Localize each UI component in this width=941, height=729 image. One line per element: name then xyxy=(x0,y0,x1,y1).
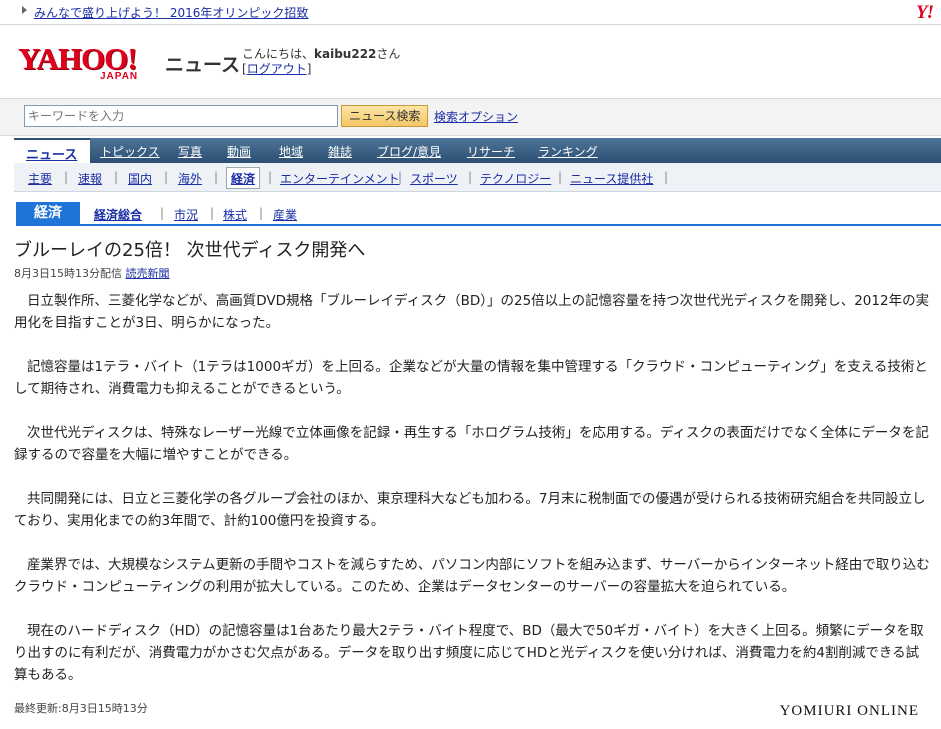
article-paragraph: 産業界では、大規模なシステム更新の手間やコストを減らすため、パソコン内部にソフト… xyxy=(14,557,930,595)
divider: | xyxy=(259,206,264,220)
subnav-sports[interactable]: スポーツ xyxy=(410,170,458,187)
subnav-technology[interactable]: テクノロジー xyxy=(480,170,551,187)
logout-link[interactable]: ログアウト xyxy=(247,62,307,76)
top-promo-bar: みんなで盛り上げよう！ 2016年オリンピック招致 Y! xyxy=(0,0,941,25)
search-bar: ニュース検索 検索オプション xyxy=(0,98,941,136)
tab-topics[interactable]: トピックス xyxy=(100,143,160,160)
logout-wrapper: [ログアウト] xyxy=(242,62,312,76)
subnav-main[interactable]: 主要 xyxy=(28,170,52,187)
tab-news[interactable]: ニュース xyxy=(14,138,90,164)
divider: | xyxy=(114,170,119,184)
divider: | xyxy=(164,170,169,184)
service-title: ニュース xyxy=(165,54,241,76)
publisher-logo[interactable]: YOMIURI ONLINE xyxy=(780,703,919,720)
category-market[interactable]: 市況 xyxy=(174,206,198,223)
article-meta: 8月3日15時13分配信 読売新聞 xyxy=(14,265,170,281)
tab-magazines[interactable]: 雑誌 xyxy=(328,143,352,160)
yahoo-japan-logo[interactable]: YAHOO! JAPAN xyxy=(18,43,158,86)
article-paragraph: 次世代光ディスクは、特殊なレーザー光線で立体画像を記録・再生する「ホログラム技術… xyxy=(14,425,929,463)
article-date: 8月3日15時13分配信 xyxy=(14,267,122,280)
subnav-economy[interactable]: 経済 xyxy=(226,167,261,189)
divider: | xyxy=(214,170,219,184)
article-paragraph: 記憶容量は1テラ・バイト（1テラは1000ギガ）を上回る。企業などが大量の情報を… xyxy=(14,359,928,397)
divider: | xyxy=(268,170,273,184)
tab-blog-opinion[interactable]: ブログ/意見 xyxy=(377,143,441,160)
category-underline xyxy=(16,224,941,226)
last-updated: 最終更新:8月3日15時13分 xyxy=(14,702,148,715)
article-headline: ブルーレイの25倍！ 次世代ディスク開発へ xyxy=(14,240,366,261)
divider: | xyxy=(558,170,563,184)
subnav-world[interactable]: 海外 xyxy=(178,170,202,187)
olympic-promo-link[interactable]: みんなで盛り上げよう！ 2016年オリンピック招致 xyxy=(34,4,308,21)
divider: | xyxy=(64,170,69,184)
category-economy-general[interactable]: 経済総合 xyxy=(94,206,142,223)
username: kaibu222 xyxy=(314,47,377,61)
divider: | xyxy=(160,206,165,220)
tab-photos[interactable]: 写真 xyxy=(178,143,202,160)
search-input[interactable] xyxy=(24,105,338,127)
article-body: 日立製作所、三菱化学などが、高画質DVD規格「ブルーレイディスク（BD）」の25… xyxy=(14,290,930,708)
news-search-button[interactable]: ニュース検索 xyxy=(341,105,429,127)
category-badge: 経済 xyxy=(16,202,80,224)
search-options-link[interactable]: 検索オプション xyxy=(434,108,518,125)
arrow-right-icon xyxy=(22,6,27,14)
divider: | xyxy=(210,206,215,220)
subnav-domestic[interactable]: 国内 xyxy=(128,170,152,187)
category-industry[interactable]: 産業 xyxy=(273,206,297,223)
divider: | xyxy=(664,170,669,184)
article-paragraph: 共同開発には、日立と三菱化学の各グループ会社のほか、東京理科大なども加わる。7月… xyxy=(14,491,926,529)
tab-videos[interactable]: 動画 xyxy=(227,143,251,160)
article-paragraph: 現在のハードディスク（HD）の記憶容量は1台あたり最大2テラ・バイト程度で、BD… xyxy=(14,623,924,683)
divider: | xyxy=(468,170,473,184)
primary-nav: ニュース トピックス 写真 動画 地域 雑誌 ブログ/意見 リサーチ ランキング xyxy=(14,138,941,164)
tab-ranking[interactable]: ランキング xyxy=(538,143,598,160)
category-stocks[interactable]: 株式 xyxy=(223,206,247,223)
subnav-entertainment[interactable]: エンターテインメント xyxy=(280,170,400,187)
source-link[interactable]: 読売新聞 xyxy=(126,267,170,280)
divider: | xyxy=(398,170,403,184)
yahoo-mark-icon[interactable]: Y! xyxy=(916,2,934,24)
article-paragraph: 日立製作所、三菱化学などが、高画質DVD規格「ブルーレイディスク（BD）」の25… xyxy=(14,293,930,331)
tab-local[interactable]: 地域 xyxy=(279,143,303,160)
subnav-providers[interactable]: ニュース提供社 xyxy=(570,170,653,187)
secondary-nav: 主要 | 速報 | 国内 | 海外 | 経済 | エンターテインメント | スポ… xyxy=(14,163,941,192)
tab-research[interactable]: リサーチ xyxy=(467,143,515,160)
subnav-breaking[interactable]: 速報 xyxy=(78,170,102,187)
